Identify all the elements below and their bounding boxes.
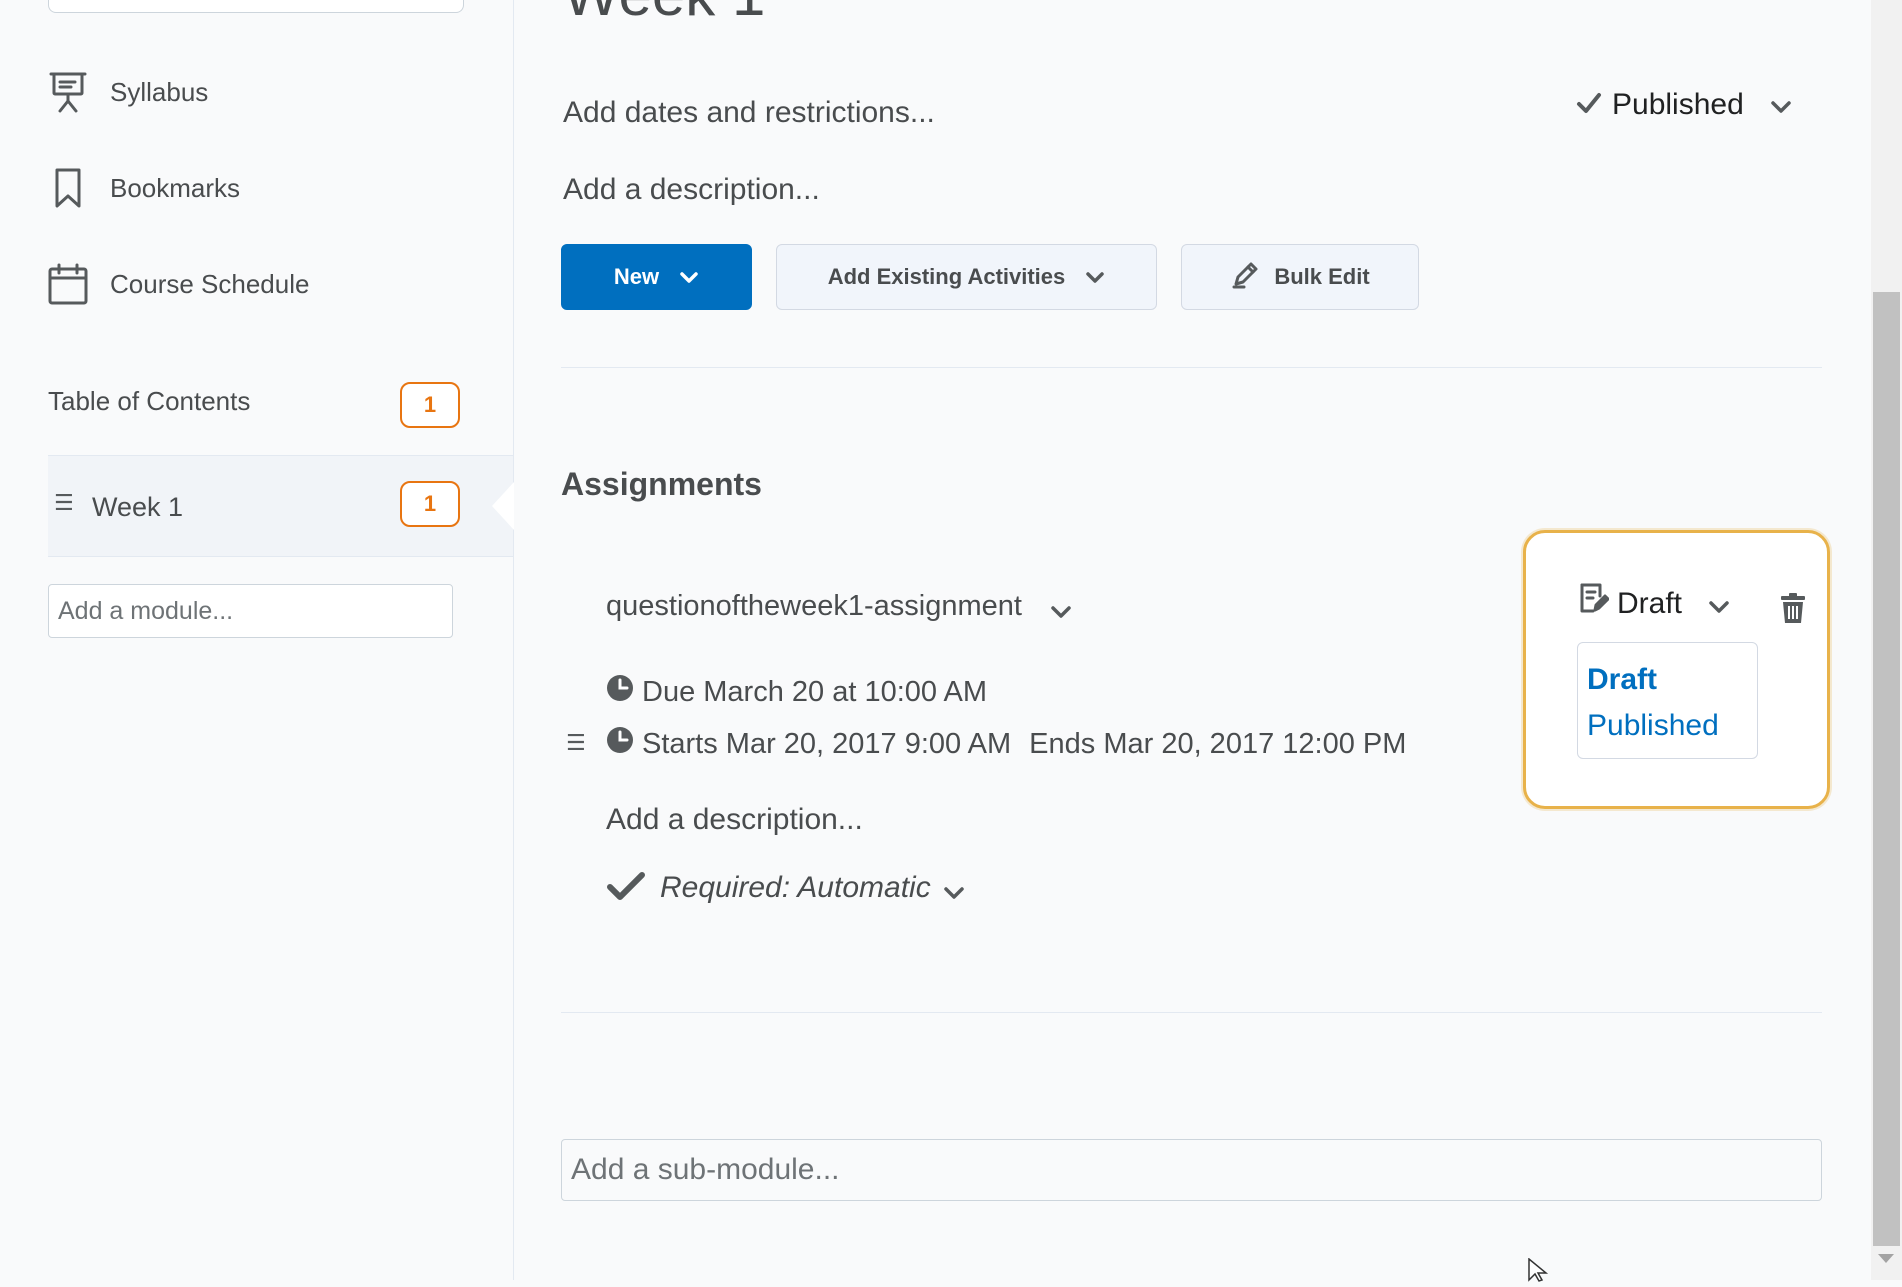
new-button[interactable]: New [561,244,752,310]
assignment-add-description-link[interactable]: Add a description... [606,803,863,837]
bulk-edit-label: Bulk Edit [1274,264,1370,289]
add-module-input[interactable]: Add a module... [48,584,453,638]
assignment-status-dropdown[interactable]: Draft [1579,583,1730,622]
draft-document-icon [1579,582,1610,622]
add-submodule-input[interactable]: Add a sub-module... [561,1139,1822,1201]
start-date[interactable]: Starts Mar 20, 2017 9:00 AM [642,728,1011,761]
section-title: Assignments [561,466,762,502]
scrollbar-thumb[interactable] [1873,292,1900,1246]
chevron-down-icon [1708,588,1730,622]
sidebar-link-label: Bookmarks [110,172,241,203]
status-options-menu: Draft Published [1577,642,1758,759]
add-description-link[interactable]: Add a description... [563,173,820,207]
chevron-down-icon [679,264,699,290]
page-title: Week 1 [563,0,765,29]
drag-handle-icon[interactable]: ☰ [566,730,586,756]
module-label: Week 1 [92,492,184,522]
checkmark-icon [1576,88,1602,122]
selection-pointer [492,482,514,530]
presentation-board-icon [48,70,88,114]
menu-item-published[interactable]: Published [1587,709,1719,743]
calendar-icon [48,262,88,306]
end-date[interactable]: Ends Mar 20, 2017 12:00 PM [1029,728,1406,761]
divider [561,1012,1822,1013]
drag-handle-icon[interactable]: ☰ [54,490,74,516]
sidebar-link-course-schedule[interactable]: Course Schedule [48,260,309,308]
pencil-icon [1230,258,1262,296]
assignment-status-label: Draft [1617,587,1683,620]
chevron-down-icon [943,874,965,908]
delete-trash-icon[interactable] [1780,592,1806,629]
divider [561,367,1822,368]
assignment-title: questionoftheweek1-assignment [606,590,1022,622]
add-existing-activities-button[interactable]: Add Existing Activities [776,244,1157,310]
due-date[interactable]: Due March 20 at 10:00 AM [642,676,987,709]
sidebar-link-label: Syllabus [110,76,209,107]
menu-item-draft[interactable]: Draft [1587,663,1657,697]
scroll-down-arrow-icon[interactable] [1878,1254,1894,1263]
availability-line: Starts Mar 20, 2017 9:00 AM Ends Mar 20,… [606,726,1406,762]
sidebar-search-box[interactable] [48,0,464,13]
sidebar-link-bookmarks[interactable]: Bookmarks [48,164,240,212]
bookmark-icon [48,166,88,210]
chevron-down-icon [1770,88,1792,122]
module-status-label: Published [1612,88,1744,121]
chevron-down-icon [1050,594,1072,627]
clock-icon [606,674,634,710]
clock-icon [606,726,634,762]
chevron-down-icon [1085,264,1105,290]
completion-tracking-dropdown[interactable]: Required: Automatic [606,866,965,910]
table-of-contents-link[interactable]: Table of Contents [48,386,250,417]
new-button-label: New [613,264,660,289]
mouse-cursor-icon [1528,1257,1552,1287]
module-count-badge: 1 [400,481,460,527]
add-existing-label: Add Existing Activities [827,264,1066,289]
module-status-dropdown[interactable]: Published [1576,88,1792,122]
toc-count-badge: 1 [400,382,460,428]
sidebar-link-syllabus[interactable]: Syllabus [48,68,208,116]
completion-label: Required: Automatic [660,871,931,904]
add-dates-link[interactable]: Add dates and restrictions... [563,96,935,130]
due-date-line: Due March 20 at 10:00 AM [606,674,987,710]
assignment-title-dropdown[interactable]: questionoftheweek1-assignment [606,586,1072,627]
checkmark-icon [606,870,646,910]
sidebar-link-label: Course Schedule [110,268,310,299]
bulk-edit-button[interactable]: Bulk Edit [1181,244,1419,310]
